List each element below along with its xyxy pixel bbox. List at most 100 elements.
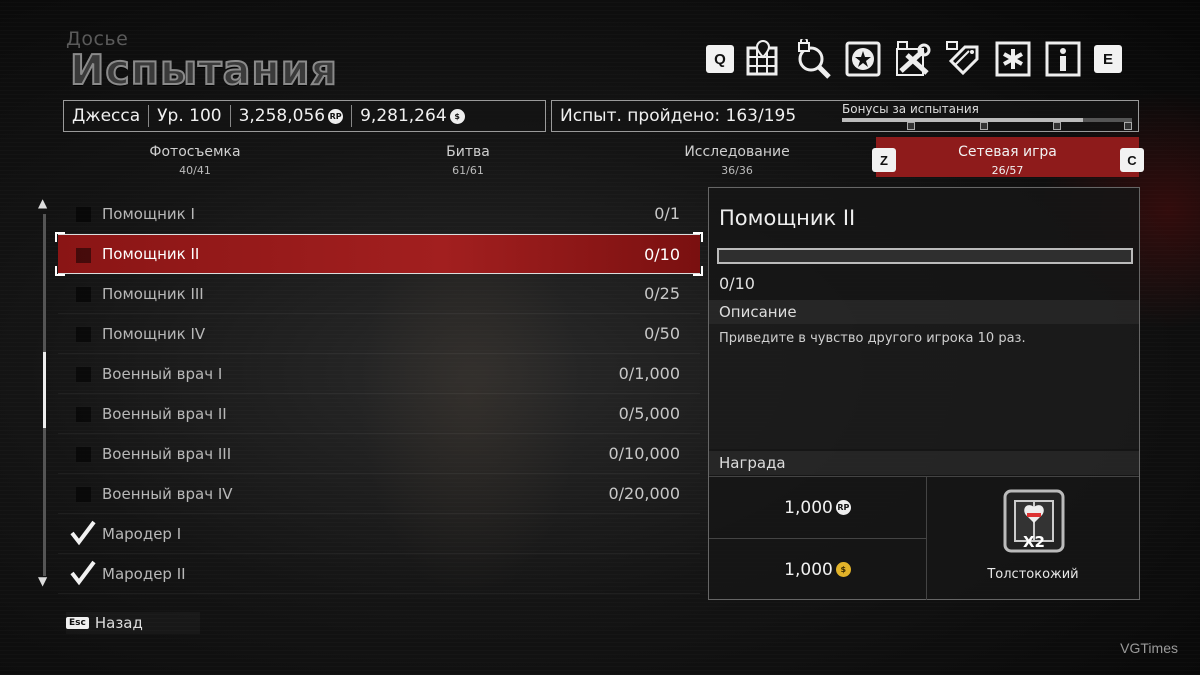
tab-count: 36/36 (721, 164, 753, 177)
challenge-name: Помощник III (102, 284, 204, 303)
challenge-row[interactable]: Помощник I 0/1 (58, 194, 700, 234)
map-grid-icon[interactable] (742, 38, 784, 80)
detail-progress-text: 0/10 (719, 274, 755, 293)
bonus-progress: Бонусы за испытания (842, 102, 1132, 130)
checkmark-icon (70, 560, 96, 586)
checkbox-icon (76, 248, 91, 263)
reward-rp: 1,000 RP (709, 476, 927, 538)
challenge-name: Военный врач III (102, 444, 232, 463)
prev-tab-key[interactable]: Z (872, 148, 896, 172)
rp-amount: 3,258,056 (238, 106, 326, 126)
checkbox-icon (76, 367, 91, 382)
locked-tag-icon[interactable] (942, 38, 984, 80)
challenge-name: Военный врач IV (102, 484, 233, 503)
challenge-progress: 0/1,000 (618, 364, 680, 383)
player-level: Ур. 100 (157, 106, 222, 126)
challenge-row[interactable]: Военный врач IV 0/20,000 (58, 474, 700, 514)
description-header: Описание (709, 300, 1139, 324)
selection-corner (55, 232, 65, 242)
gold-coin-icon: $ (835, 562, 851, 577)
scrollbar-thumb[interactable] (43, 352, 46, 428)
reward-currency-list: 1,000 RP 1,000 $ (709, 476, 927, 600)
tab-exploration[interactable]: Исследование 36/36 (662, 144, 812, 177)
challenge-row[interactable]: Военный врач II 0/5,000 (58, 394, 700, 434)
challenge-row[interactable]: Военный врач I 0/1,000 (58, 354, 700, 394)
challenge-row[interactable]: Мародер II (58, 554, 700, 594)
challenge-name: Помощник I (102, 204, 195, 223)
challenge-detail-panel: Помощник II 0/10 Описание Приведите в чу… (708, 187, 1140, 600)
challenge-progress: 0/5,000 (618, 404, 680, 423)
asterisk-icon[interactable] (992, 38, 1034, 80)
locked-search-icon[interactable] (792, 38, 834, 80)
checkbox-icon (76, 327, 91, 342)
tab-photography[interactable]: Фотосъемка 40/41 (120, 144, 270, 177)
back-label: Назад (94, 614, 143, 632)
prev-menu-key[interactable]: Q (706, 45, 734, 73)
perk-name: Толстокожий (987, 567, 1079, 582)
watermark: VGTimes (1120, 640, 1178, 656)
locked-tools-icon[interactable] (892, 38, 934, 80)
challenge-progress: 0/10,000 (608, 444, 680, 463)
challenges-completed: Испыт. пройдено: 163/195 (560, 106, 797, 126)
back-button[interactable]: Esc Назад (66, 614, 143, 632)
reward-header: Награда (709, 451, 1139, 475)
challenge-name: Помощник II (102, 245, 200, 263)
detail-progress-bar (717, 248, 1133, 264)
top-menu-bar: Q E (706, 37, 1122, 81)
tab-count: 40/41 (179, 164, 211, 177)
challenge-progress: 0/10 (644, 244, 680, 264)
bonus-milestone-icon (1053, 122, 1061, 130)
tab-label: Фотосъемка (149, 144, 241, 160)
perk-book-icon: X2 (1003, 489, 1065, 553)
bonus-fill (842, 118, 1083, 122)
scroll-down-icon[interactable]: ▼ (38, 574, 47, 588)
challenge-name: Мародер I (102, 524, 182, 543)
challenge-name: Военный врач II (102, 404, 227, 423)
money-coin-icon: $ (449, 108, 465, 124)
rp-amount-group: 3,258,056 RP (231, 106, 352, 126)
next-menu-key[interactable]: E (1094, 45, 1122, 73)
tab-label: Сетевая игра (958, 144, 1057, 160)
challenge-status-bar: Испыт. пройдено: 163/195 Бонусы за испыт… (551, 100, 1139, 132)
reward-money: 1,000 $ (709, 538, 927, 600)
tab-label: Исследование (684, 144, 790, 160)
challenge-row[interactable]: Помощник IV 0/50 (58, 314, 700, 354)
tab-label: Битва (446, 144, 490, 160)
reward-rp-amount: 1,000 (784, 497, 833, 518)
checkbox-icon (76, 207, 91, 222)
tab-count: 61/61 (452, 164, 484, 177)
bonus-label: Бонусы за испытания (842, 102, 979, 116)
challenge-row[interactable]: Военный врач III 0/10,000 (58, 434, 700, 474)
esc-key: Esc (66, 617, 89, 629)
challenge-list: Помощник I 0/1 Помощник II 0/10 Помощник III… (55, 194, 703, 594)
challenge-row[interactable]: Мародер I (58, 514, 700, 554)
bonus-milestone-icon (1124, 122, 1132, 130)
challenge-progress: 0/50 (644, 324, 680, 343)
rp-coin-icon: RP (835, 500, 851, 515)
checkmark-icon (70, 520, 96, 546)
bonus-milestone-icon (980, 122, 988, 130)
tab-online[interactable]: Сетевая игра 26/57 (876, 137, 1139, 177)
money-amount-group: 9,281,264 $ (352, 106, 473, 126)
detail-title: Помощник II (719, 206, 856, 230)
reward-perk: X2 Толстокожий (927, 476, 1139, 600)
description-text: Приведите в чувство другого игрока 10 ра… (719, 331, 1026, 346)
perk-badge: X2 (1023, 533, 1045, 551)
challenge-row[interactable]: Помощник III 0/25 (58, 274, 700, 314)
challenge-progress: 0/1 (654, 204, 680, 223)
challenge-row[interactable]: Помощник II 0/10 (55, 232, 703, 276)
page-title: Испытания (69, 45, 338, 95)
rp-coin-icon: RP (328, 108, 344, 124)
challenge-progress: 0/25 (644, 284, 680, 303)
scroll-up-icon[interactable]: ▲ (38, 196, 47, 210)
reward-money-amount: 1,000 (784, 559, 833, 580)
checkbox-icon (76, 287, 91, 302)
checkbox-icon (76, 407, 91, 422)
tab-count: 26/57 (991, 164, 1024, 177)
challenge-name: Помощник IV (102, 324, 206, 343)
star-badge-icon[interactable] (842, 38, 884, 80)
checkbox-icon (76, 447, 91, 462)
info-icon[interactable] (1042, 38, 1084, 80)
tab-battle[interactable]: Битва 61/61 (393, 144, 543, 177)
next-tab-key[interactable]: C (1120, 148, 1144, 172)
